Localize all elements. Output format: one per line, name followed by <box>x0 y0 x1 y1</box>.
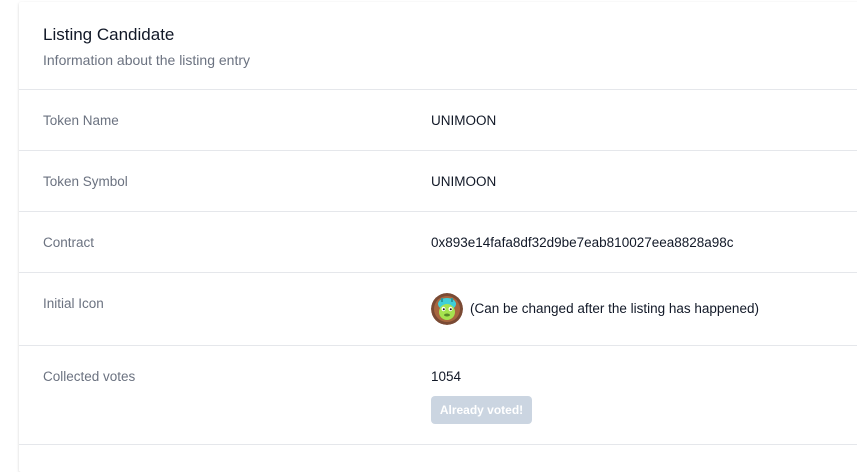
collected-votes-label: Collected votes <box>43 369 136 384</box>
token-name-row: Token Name UNIMOON <box>19 90 857 151</box>
token-symbol-label: Token Symbol <box>43 174 128 189</box>
token-symbol-row: Token Symbol UNIMOON <box>19 151 857 212</box>
listing-candidate-panel: Listing Candidate Information about the … <box>19 2 857 472</box>
contract-address: 0x893e14fafa8df32d9be7eab810027eea8828a9… <box>431 235 734 250</box>
token-name-label: Token Name <box>43 113 119 128</box>
collected-votes-row: Collected votes 1054 Already voted! <box>19 346 857 445</box>
already-voted-button[interactable]: Already voted! <box>431 396 532 424</box>
initial-icon-row: Initial Icon (Can be changed after the l… <box>19 273 857 346</box>
icon-change-note: (Can be changed after the listing has ha… <box>470 301 759 316</box>
token-symbol-value: UNIMOON <box>431 174 497 189</box>
contract-label: Contract <box>43 235 95 250</box>
contract-row: Contract 0x893e14fafa8df32d9be7eab810027… <box>19 212 857 273</box>
collected-votes-count: 1054 <box>431 369 462 384</box>
panel-subtitle: Information about the listing entry <box>43 52 251 68</box>
initial-icon-container: (Can be changed after the listing has ha… <box>431 293 759 325</box>
panel-title: Listing Candidate <box>43 25 175 44</box>
token-name-value: UNIMOON <box>431 113 497 128</box>
initial-icon-label: Initial Icon <box>43 296 104 311</box>
panel-header: Listing Candidate Information about the … <box>19 2 857 90</box>
unimoon-token-icon <box>431 293 463 325</box>
